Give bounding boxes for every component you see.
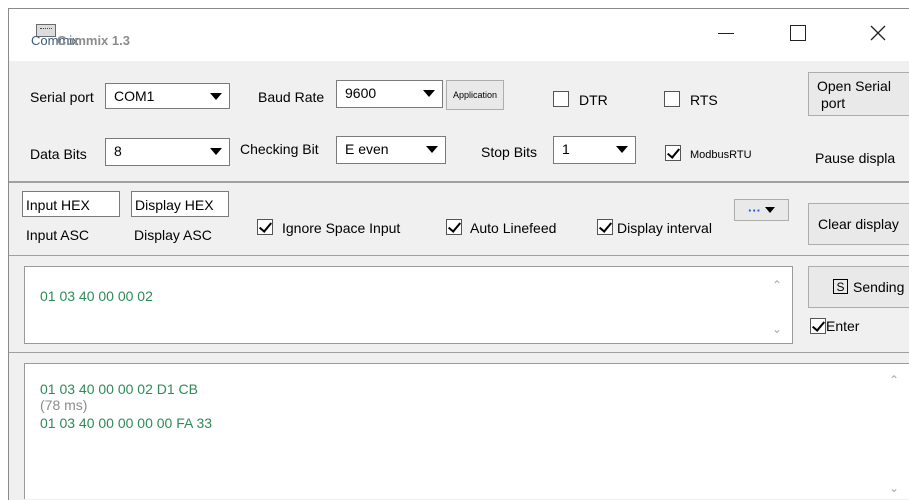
serial-port-value: COM1 [114, 88, 155, 104]
separator [9, 255, 909, 256]
application-button[interactable]: Application [446, 80, 504, 110]
app-title: Commix 1.3 [57, 33, 130, 48]
title-bar [9, 9, 909, 61]
more-icon: ··· [748, 202, 761, 218]
ignore-space-label: Ignore Space Input [282, 220, 401, 236]
maximize-button[interactable] [778, 18, 818, 48]
stop-bits-label: Stop Bits [481, 144, 538, 160]
receive-line-2: (78 ms) [40, 397, 88, 413]
receive-line-3: 01 03 40 00 00 00 00 FA 33 [40, 415, 213, 431]
chevron-down-icon [418, 83, 440, 103]
chevron-down-icon [421, 139, 443, 159]
rts-label: RTS [690, 92, 718, 108]
ignore-space-checkbox[interactable] [257, 219, 273, 235]
input-asc-option[interactable]: Input ASC [26, 227, 89, 243]
open-serial-label-1: Open Serial [817, 78, 891, 94]
minimize-button[interactable] [706, 18, 746, 48]
checking-bit-value: E even [345, 141, 389, 157]
interval-dropdown-button[interactable]: ··· [734, 199, 789, 221]
open-serial-label-2: port [821, 95, 846, 111]
sending-label: Sending [853, 279, 905, 295]
serial-port-label: Serial port [30, 89, 94, 105]
open-serial-port-button[interactable]: Open Serial port [808, 72, 909, 116]
stop-bits-select[interactable]: 1 [553, 136, 636, 164]
send-input-text: 01 03 40 00 00 02 [40, 288, 153, 304]
maximize-icon [790, 25, 806, 41]
checking-bit-label: Checking Bit [240, 141, 319, 157]
modbus-rtu-label: ModbusRTU [690, 149, 752, 161]
checking-bit-select[interactable]: E even [336, 136, 446, 164]
baud-rate-value: 9600 [345, 85, 377, 101]
chevron-down-icon [205, 86, 227, 106]
sending-button[interactable]: S Sending [808, 266, 909, 308]
application-label: Application [452, 90, 498, 100]
close-button[interactable] [858, 18, 898, 48]
scroll-down-icon[interactable]: ⌄ [887, 481, 901, 495]
chevron-down-icon [765, 207, 775, 213]
enter-checkbox[interactable] [810, 318, 826, 334]
dtr-label: DTR [579, 92, 608, 108]
clear-display-button[interactable]: Clear display [808, 203, 909, 245]
chevron-down-icon [611, 139, 633, 159]
data-bits-select[interactable]: 8 [105, 138, 230, 166]
data-bits-value: 8 [114, 143, 122, 159]
close-icon [870, 25, 886, 41]
scroll-up-icon[interactable]: ⌃ [887, 373, 901, 387]
separator [9, 182, 909, 183]
send-input[interactable]: 01 03 40 00 00 02 ⌃ ⌄ [24, 266, 793, 344]
enter-label: Enter [826, 318, 860, 334]
sending-key-icon: S [833, 279, 848, 294]
minimize-icon [718, 32, 734, 34]
dtr-checkbox[interactable] [553, 91, 569, 107]
pause-display-button[interactable]: Pause displa [815, 150, 895, 166]
display-interval-checkbox[interactable] [597, 219, 613, 235]
receive-display[interactable]: 01 03 40 00 00 02 D1 CB (78 ms) 01 03 40… [24, 363, 909, 499]
baud-rate-label: Baud Rate [258, 89, 325, 105]
baud-rate-select[interactable]: 9600 [336, 80, 443, 108]
serial-port-select[interactable]: COM1 [105, 83, 230, 109]
display-asc-option[interactable]: Display ASC [134, 227, 212, 243]
auto-linefeed-label: Auto Linefeed [470, 220, 557, 236]
input-hex-label: Input HEX [26, 197, 90, 213]
display-interval-label: Display interval [617, 220, 712, 236]
chevron-down-icon [205, 141, 227, 161]
rts-checkbox[interactable] [664, 91, 680, 107]
clear-display-label: Clear display [818, 216, 899, 232]
separator [9, 352, 909, 353]
modbus-rtu-checkbox[interactable] [665, 145, 681, 161]
auto-linefeed-checkbox[interactable] [446, 219, 462, 235]
input-hex-option[interactable]: Input HEX [22, 191, 120, 217]
scroll-down-icon[interactable]: ⌄ [770, 322, 784, 336]
scroll-up-icon[interactable]: ⌃ [770, 278, 784, 292]
stop-bits-value: 1 [562, 141, 570, 157]
display-hex-label: Display HEX [135, 197, 214, 213]
display-hex-option[interactable]: Display HEX [131, 191, 229, 217]
data-bits-label: Data Bits [30, 146, 87, 162]
receive-line-1: 01 03 40 00 00 02 D1 CB [40, 381, 199, 397]
